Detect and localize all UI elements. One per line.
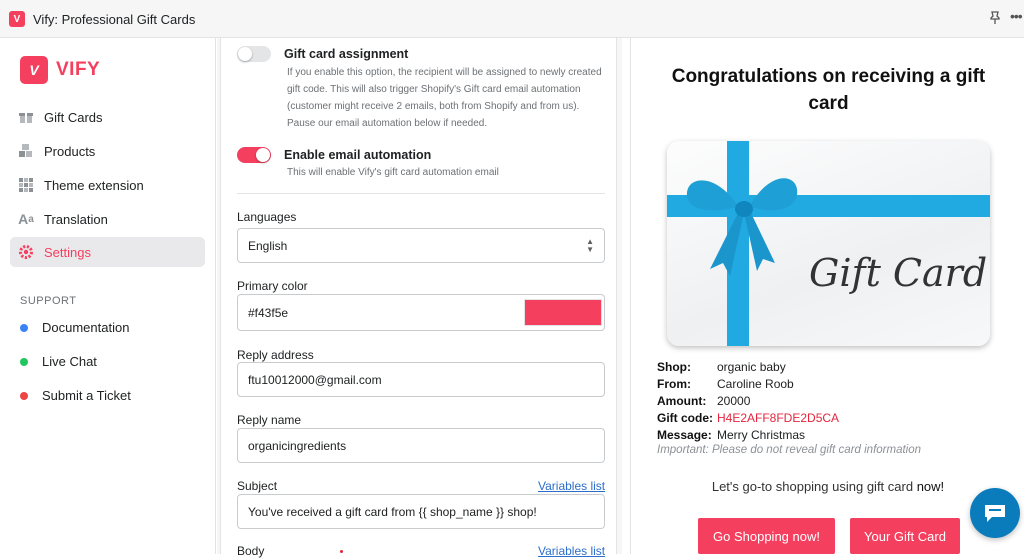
grid-icon [17, 176, 35, 194]
sidebar-item-theme-extension[interactable]: Theme extension [10, 170, 205, 200]
pin-icon[interactable] [989, 11, 1001, 28]
languages-label: Languages [237, 210, 297, 224]
gear-icon [17, 243, 35, 261]
sidebar-item-gift-cards[interactable]: Gift Cards [10, 102, 205, 132]
info-gift-code: Gift code: H4E2AFF8FDE2D5CA [657, 411, 840, 425]
email-preview: Congratulations on receiving a gift card… [630, 38, 1024, 554]
blue-dot-icon [20, 323, 28, 332]
gift-card-image: Gift Card [667, 141, 990, 346]
subject-input[interactable]: You've received a gift card from {{ shop… [237, 494, 605, 529]
security-note: Important: Please do not reveal gift car… [657, 444, 922, 456]
primary-color-input[interactable]: #f43f5e [237, 294, 605, 331]
gift-card-assignment-title: Gift card assignment [284, 47, 409, 61]
vify-logo-icon: V [20, 56, 48, 84]
sidebar-item-label: Gift Cards [44, 109, 103, 125]
support-item-label: Live Chat [42, 354, 97, 369]
subject-value: You've received a gift card from {{ shop… [248, 504, 537, 519]
app-title: Vify: Professional Gift Cards [33, 12, 196, 27]
app-title-bar: V Vify: Professional Gift Cards ••• [0, 0, 1024, 38]
email-automation-title: Enable email automation [284, 148, 432, 162]
support-item-submit-ticket[interactable]: Submit a Ticket [20, 388, 131, 403]
brand[interactable]: V VIFY [20, 56, 100, 84]
languages-select[interactable]: English ▲ ▼ [237, 228, 605, 263]
email-automation-description: This will enable Vify's gift card automa… [287, 167, 499, 178]
support-item-documentation[interactable]: Documentation [20, 320, 129, 335]
gift-card-script-text: Gift Card [809, 251, 988, 295]
chat-bubble-button[interactable] [970, 488, 1020, 538]
sidebar-item-label: Theme extension [44, 177, 144, 193]
sidebar: V VIFY Gift Cards Products Theme extensi… [0, 38, 216, 554]
divider [237, 193, 605, 194]
preview-title: Congratulations on receiving a gift card [671, 66, 986, 114]
shopping-prompt: Let's go-to shopping using gift card now… [711, 479, 945, 494]
support-item-label: Submit a Ticket [42, 388, 131, 403]
description-line: gift code. This will also trigger Shopif… [287, 84, 581, 95]
gift-card-assignment-toggle[interactable] [237, 46, 271, 62]
sidebar-item-translation[interactable]: Aa Translation [10, 204, 205, 234]
body-variables-link[interactable]: Variables list [538, 544, 605, 558]
subject-variables-link[interactable]: Variables list [538, 479, 605, 493]
red-dot-icon [20, 391, 28, 400]
primary-color-label: Primary color [237, 279, 308, 293]
gift-icon [17, 108, 35, 126]
sidebar-item-label: Settings [44, 244, 91, 260]
sidebar-item-products[interactable]: Products [10, 136, 205, 166]
info-amount: Amount: 20000 [657, 394, 751, 408]
products-icon [17, 142, 35, 160]
support-section-title: SUPPORT [20, 295, 77, 307]
reply-name-value: organicingredients [248, 438, 347, 453]
info-from: From: Caroline Roob [657, 377, 794, 391]
languages-select-value: English [248, 238, 288, 253]
marker-dot [340, 550, 343, 553]
select-arrows-icon: ▲ ▼ [586, 237, 594, 254]
support-item-label: Documentation [42, 320, 130, 335]
info-message: Message: Merry Christmas [657, 428, 806, 442]
primary-color-value: #f43f5e [248, 305, 289, 320]
gift-card-assignment-description: If you enable this option, the recipient… [287, 64, 612, 132]
description-line: Pause our email automation below if need… [287, 118, 488, 129]
sidebar-item-label: Products [44, 143, 96, 159]
settings-panel: Gift card assignment If you enable this … [217, 38, 622, 558]
reply-name-input[interactable]: organicingredients [237, 428, 605, 463]
app-logo-icon: V [9, 11, 25, 27]
brand-name: VIFY [56, 59, 101, 80]
bow-icon [686, 178, 798, 276]
body-label: Body [237, 544, 265, 558]
info-shop: Shop: organic baby [657, 360, 786, 374]
more-icon[interactable]: ••• [1010, 8, 1023, 24]
chat-icon [985, 505, 1005, 522]
go-shopping-button[interactable]: Go Shopping now! [698, 518, 835, 554]
reply-name-label: Reply name [237, 413, 302, 427]
sidebar-item-label: Translation [44, 211, 108, 227]
description-line: If you enable this option, the recipient… [287, 67, 602, 78]
support-item-live-chat[interactable]: Live Chat [20, 354, 97, 369]
reply-address-label: Reply address [237, 348, 314, 362]
reply-address-input[interactable]: ftu10012000@gmail.com [237, 362, 605, 397]
reply-address-value: ftu10012000@gmail.com [248, 372, 382, 387]
description-line: (customer might receive 2 emails, both f… [287, 101, 580, 112]
your-gift-card-button[interactable]: Your Gift Card [850, 518, 960, 554]
subject-label: Subject [237, 479, 278, 493]
settings-card: Gift card assignment If you enable this … [220, 38, 617, 558]
color-swatch[interactable] [524, 299, 602, 326]
translation-icon: Aa [18, 211, 34, 227]
green-dot-icon [20, 357, 28, 366]
email-automation-toggle[interactable] [237, 147, 271, 163]
sidebar-item-settings[interactable]: Settings [10, 237, 205, 267]
